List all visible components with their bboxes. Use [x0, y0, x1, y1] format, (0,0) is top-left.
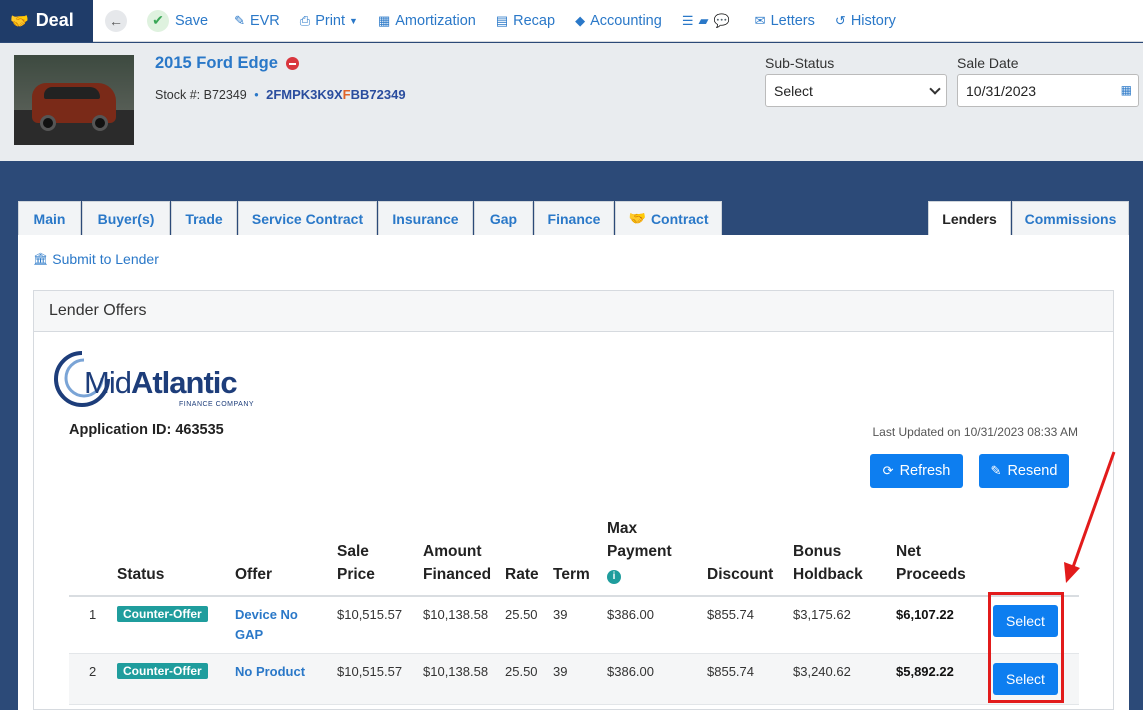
annotation-arrow: [1064, 451, 1116, 583]
annotation-highlight-box: [988, 592, 1064, 703]
